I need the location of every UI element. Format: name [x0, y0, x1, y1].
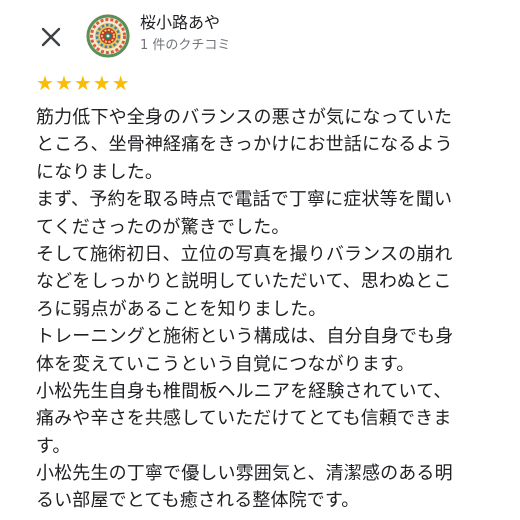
- review-line: トレーニングと施術という構成は、自分自身でも身: [36, 326, 454, 348]
- star-icon: ★: [54, 71, 73, 95]
- review-line: 体を変えていこうという自覚につながります。: [36, 353, 415, 375]
- review-header: 桜小路あや 1 件のクチコミ: [0, 0, 520, 70]
- review-line: てくださったのが驚きでした。: [36, 216, 290, 238]
- review-text: 筋力低下や全身のバランスの悪さが気になっていた ところ、坐骨神経痛をきっかけにお…: [36, 104, 486, 515]
- mandala-avatar-icon: [86, 14, 130, 58]
- review-line: 痛みや辛さを共感していただけてとても信頼できま: [36, 408, 452, 430]
- review-line: 小松先生自身も椎間板ヘルニアを経験されていて、: [36, 380, 452, 402]
- star-icon: ★: [73, 71, 92, 95]
- review-line: 小松先生の丁寧で優しい雰囲気と、清潔感のある明: [36, 463, 453, 485]
- review-line: ろに弱点があることを知りました。: [36, 298, 327, 320]
- reviewer-name[interactable]: 桜小路あや: [140, 12, 220, 34]
- review-line: になりました。: [36, 161, 164, 183]
- star-rating: ★ ★ ★ ★ ★: [36, 72, 130, 94]
- star-icon: ★: [92, 71, 111, 95]
- review-line: そして施術初日、立位の写真を撮りバランスの崩れ: [36, 243, 453, 265]
- review-line: まず、予約を取る時点で電話で丁寧に症状等を聞い: [36, 189, 453, 211]
- review-line: 筋力低下や全身のバランスの悪さが気になっていた: [36, 107, 453, 128]
- review-line: す。: [36, 435, 71, 457]
- review-count: 1 件のクチコミ: [140, 38, 231, 53]
- review-line: るい部屋でとても癒される整体院です。: [36, 490, 360, 512]
- review-line: などをしっかりと説明していただいて、思わぬとこ: [36, 271, 452, 293]
- review-line: ところ、坐骨神経痛をきっかけにお世話になるよう: [36, 134, 453, 156]
- close-button[interactable]: [34, 20, 68, 54]
- avatar[interactable]: [86, 14, 130, 58]
- close-icon: [41, 27, 61, 47]
- star-icon: ★: [36, 71, 54, 95]
- star-icon: ★: [111, 71, 130, 95]
